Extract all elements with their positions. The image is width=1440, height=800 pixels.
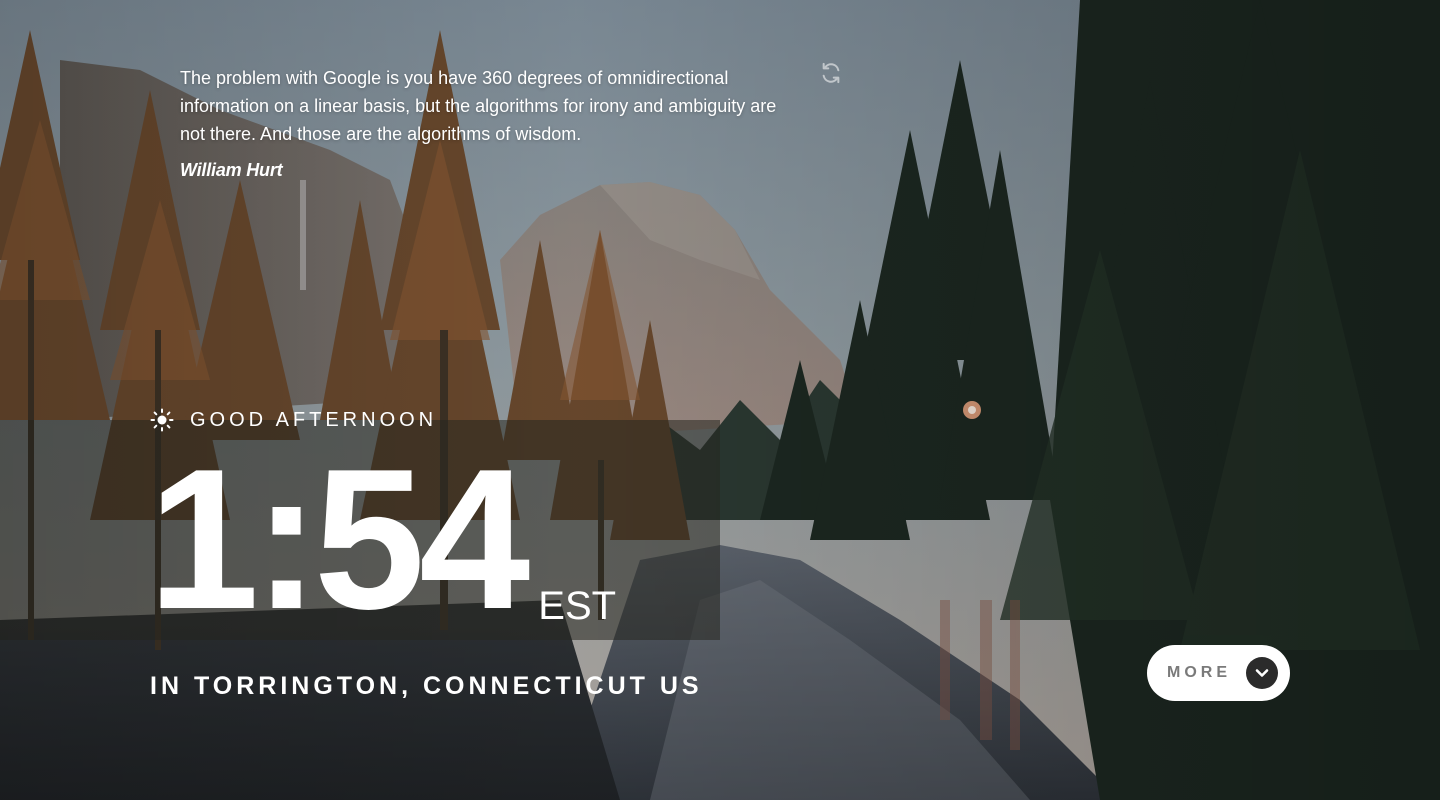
quote-author: William Hurt <box>180 160 283 180</box>
more-button[interactable]: MORE <box>1147 645 1290 701</box>
location-text: IN TORRINGTON, CONNECTICUT US <box>150 672 703 700</box>
refresh-icon <box>822 62 840 84</box>
clock-timezone: EST <box>538 584 617 628</box>
chevron-down-icon <box>1246 657 1278 689</box>
more-button-label: MORE <box>1167 664 1231 681</box>
quote-text: The problem with Google is you have 360 … <box>180 68 777 144</box>
clock: 1:54 EST <box>148 440 616 640</box>
refresh-quote-button[interactable] <box>820 62 842 84</box>
clock-time: 1:54 <box>148 428 530 651</box>
quote-block: The problem with Google is you have 360 … <box>180 64 800 181</box>
